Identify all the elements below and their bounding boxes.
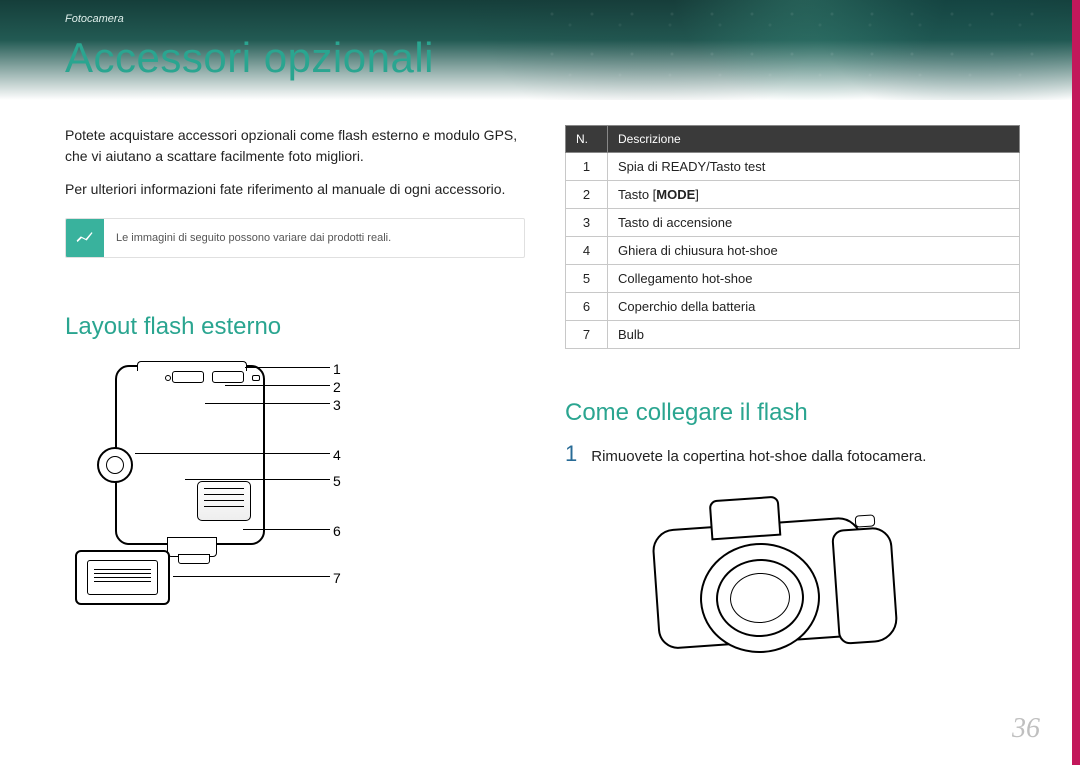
intro-paragraph-2: Per ulteriori informazioni fate riferime…	[65, 179, 525, 200]
step-1: 1 Rimuovete la copertina hot-shoe dalla …	[565, 441, 1020, 467]
table-header-desc: Descrizione	[608, 126, 1020, 153]
callout-label-3: 3	[333, 397, 341, 413]
external-flash-diagram: 1 2 3 4 5 6 7	[75, 355, 335, 625]
parts-table: N. Descrizione 1 Spia di READY/Tasto tes…	[565, 125, 1020, 349]
table-row: 3 Tasto di accensione	[566, 209, 1020, 237]
right-accent-strip	[1072, 0, 1080, 765]
flash-bulb-outline	[75, 550, 170, 605]
breadcrumb: Fotocamera	[65, 13, 124, 25]
callout-label-2: 2	[333, 379, 341, 395]
callout-label-7: 7	[333, 570, 341, 586]
table-row: 1 Spia di READY/Tasto test	[566, 153, 1020, 181]
table-row: 7 Bulb	[566, 321, 1020, 349]
step-text: Rimuovete la copertina hot-shoe dalla fo…	[591, 448, 926, 465]
table-row: 6 Coperchio della batteria	[566, 293, 1020, 321]
step-number: 1	[565, 441, 577, 467]
intro-paragraph: Potete acquistare accessori opzionali co…	[65, 125, 525, 167]
callout-label-6: 6	[333, 523, 341, 539]
camera-diagram	[645, 483, 915, 673]
section-heading-connect: Come collegare il flash	[565, 399, 1020, 427]
table-row: 5 Collegamento hot-shoe	[566, 265, 1020, 293]
table-row: 4 Ghiera di chiusura hot-shoe	[566, 237, 1020, 265]
manual-page: Fotocamera Accessori opzionali Potete ac…	[0, 0, 1080, 765]
note-callout: Le immagini di seguito possono variare d…	[65, 218, 525, 258]
note-icon	[66, 219, 104, 257]
section-heading-layout: Layout flash esterno	[65, 313, 525, 341]
page-number: 36	[1012, 713, 1040, 745]
callout-label-4: 4	[333, 447, 341, 463]
table-header-number: N.	[566, 126, 608, 153]
callout-label-1: 1	[333, 361, 341, 377]
left-column: Potete acquistare accessori opzionali co…	[65, 125, 525, 625]
note-text: Le immagini di seguito possono variare d…	[104, 219, 524, 257]
table-row: 2 Tasto [MODE]	[566, 181, 1020, 209]
right-column: N. Descrizione 1 Spia di READY/Tasto tes…	[565, 125, 1020, 673]
flash-body-outline	[115, 365, 265, 545]
table-header-row: N. Descrizione	[566, 126, 1020, 153]
callout-label-5: 5	[333, 473, 341, 489]
page-title: Accessori opzionali	[65, 34, 434, 82]
